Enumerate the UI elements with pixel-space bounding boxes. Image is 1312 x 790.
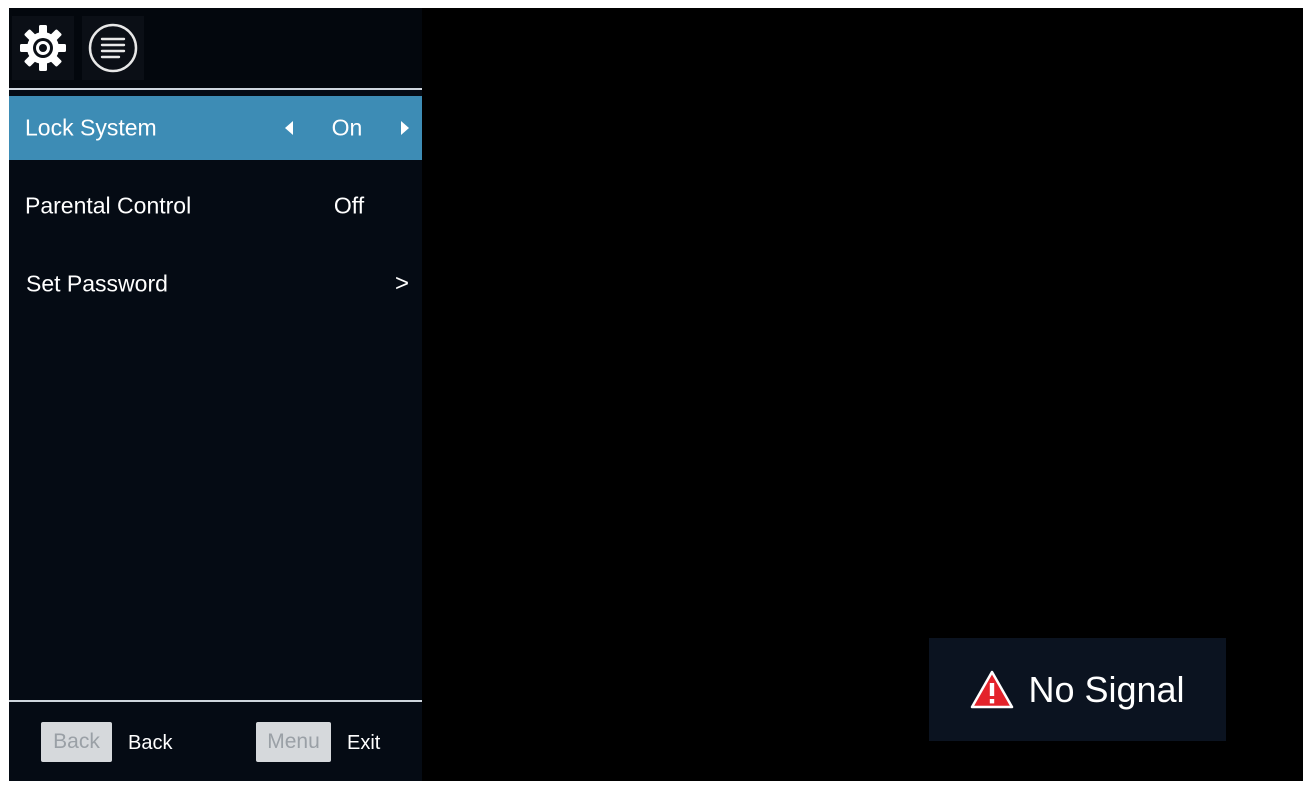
exit-key-hint: Exit <box>347 732 381 754</box>
arrow-right-icon[interactable] <box>401 121 409 135</box>
menu-key-button[interactable]: Menu <box>256 722 331 762</box>
footer-divider <box>9 700 422 702</box>
menu-item-parental-control[interactable]: Parental Control Off <box>9 174 422 238</box>
menu-item-set-password[interactable]: Set Password > <box>9 252 422 316</box>
back-key-button[interactable]: Back <box>41 722 112 762</box>
menu-item-lock-system[interactable]: Lock System On <box>9 96 422 160</box>
arrow-left-icon[interactable] <box>285 121 293 135</box>
menu-list-icon <box>88 23 138 73</box>
warning-icon <box>971 670 1014 708</box>
no-signal-banner: No Signal <box>929 638 1226 741</box>
menu-item-label: Parental Control <box>25 192 192 219</box>
no-signal-text: No Signal <box>1028 668 1185 710</box>
menu-item-label: Lock System <box>25 114 157 141</box>
settings-tab[interactable] <box>12 16 74 80</box>
header-divider <box>9 88 422 90</box>
menu-item-label: Set Password <box>26 270 168 297</box>
panel-header <box>9 8 422 88</box>
menu-list-tab[interactable] <box>82 16 144 80</box>
menu-item-value: On <box>331 114 363 141</box>
gear-icon <box>20 25 66 71</box>
settings-panel: Lock System On Parental Control Off Set … <box>9 8 422 781</box>
chevron-right-icon: > <box>395 270 410 297</box>
back-key-hint: Back <box>128 732 173 754</box>
menu-item-value: Off <box>333 192 365 219</box>
tv-screen: Lock System On Parental Control Off Set … <box>9 8 1303 781</box>
